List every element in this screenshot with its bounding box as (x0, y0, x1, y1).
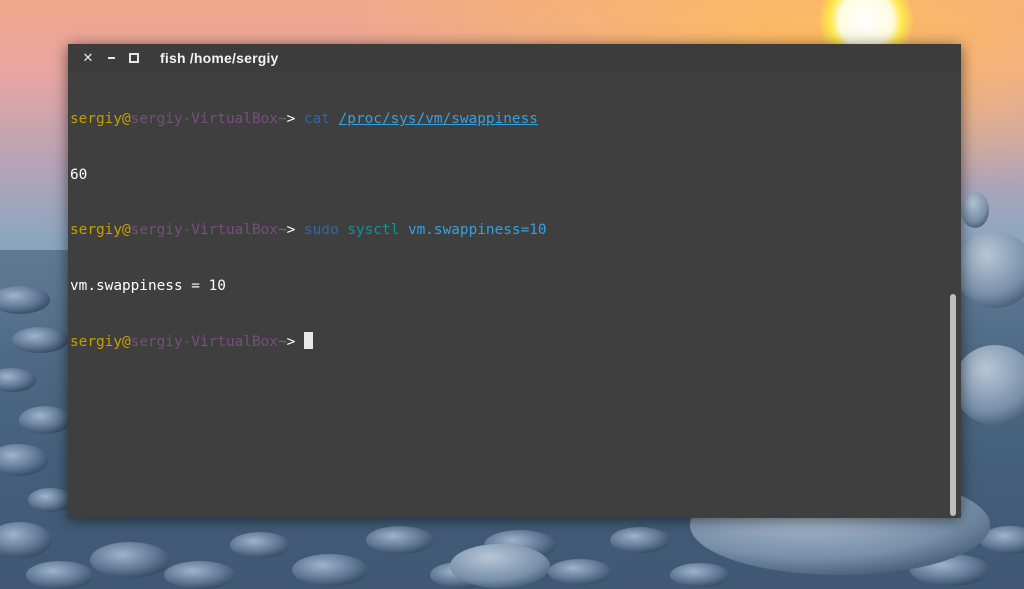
prompt-user: sergiy (70, 222, 122, 238)
scrollbar[interactable] (950, 294, 956, 516)
prompt-line: sergiy@sergiy-VirtualBox~> (70, 332, 945, 351)
prompt-path: ~ (277, 111, 287, 127)
terminal-window: ✕ fish /home/sergiy sergiy@sergiy-Virtua… (68, 44, 961, 518)
prompt-host: sergiy-VirtualBox (130, 222, 278, 238)
command: sudo (303, 222, 339, 238)
maximize-icon[interactable] (126, 50, 142, 66)
prompt-host: sergiy-VirtualBox (130, 334, 278, 350)
prompt-arrow: > (286, 222, 304, 238)
window-title: fish /home/sergiy (160, 50, 279, 66)
command: cat (303, 111, 330, 127)
prompt-arrow: > (286, 111, 304, 127)
close-icon[interactable]: ✕ (80, 50, 96, 66)
prompt-path: ~ (277, 222, 287, 238)
command-argument: vm.swappiness=10 (407, 222, 547, 238)
prompt-path: ~ (277, 334, 287, 350)
prompt-user: sergiy (70, 334, 122, 350)
output-line: 60 (70, 166, 88, 183)
prompt-line: sergiy@sergiy-VirtualBox~> cat /proc/sys… (70, 110, 945, 129)
prompt-user: sergiy (70, 111, 122, 127)
prompt-arrow: > (286, 334, 304, 350)
window-titlebar[interactable]: ✕ fish /home/sergiy (68, 44, 961, 72)
prompt-line: sergiy@sergiy-VirtualBox~> sudo sysctl v… (70, 221, 945, 240)
terminal-output[interactable]: sergiy@sergiy-VirtualBox~> cat /proc/sys… (70, 73, 945, 513)
text-cursor (303, 332, 313, 349)
output-line: vm.swappiness = 10 (70, 277, 226, 294)
prompt-at: @ (121, 111, 131, 127)
minimize-icon[interactable] (103, 50, 119, 66)
command-argument: /proc/sys/vm/swappiness (338, 111, 538, 127)
prompt-at: @ (121, 222, 131, 238)
command-subcommand: sysctl (347, 222, 400, 238)
prompt-host: sergiy-VirtualBox (130, 111, 278, 127)
prompt-at: @ (121, 334, 131, 350)
